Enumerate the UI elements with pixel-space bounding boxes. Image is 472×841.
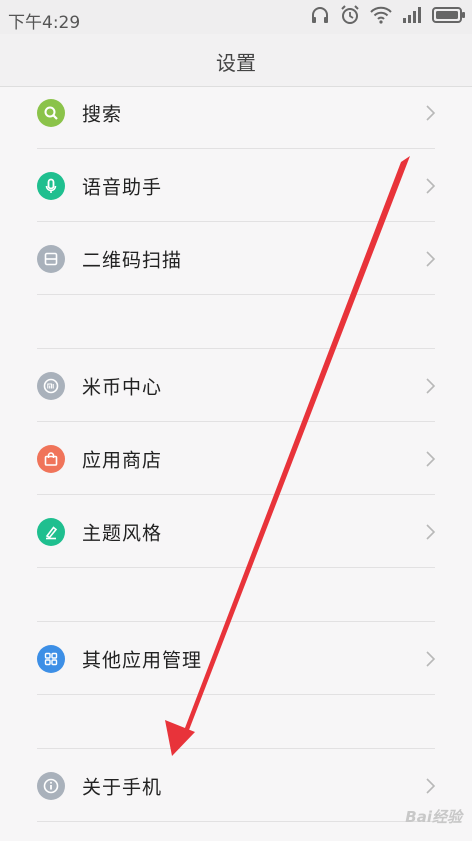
chevron-right-icon [426, 377, 436, 394]
status-time: 下午4:29 [8, 13, 81, 33]
settings-item-label: 搜索 [82, 103, 123, 125]
qr-scan-icon [37, 244, 65, 273]
settings-item-label: 语音助手 [82, 176, 163, 198]
chevron-right-icon [426, 777, 436, 794]
settings-item-voice-assistant[interactable]: 语音助手 [0, 149, 472, 222]
wifi-icon [370, 6, 392, 28]
chevron-right-icon [426, 177, 436, 194]
page-title: 设置 [216, 51, 256, 75]
watermark: Bai经验 [405, 808, 462, 826]
status-bar: 下午4:29 [0, 0, 472, 34]
settings-item-qr-scan[interactable]: 二维码扫描 [0, 222, 472, 295]
chevron-right-icon [426, 104, 436, 121]
chevron-right-icon [426, 450, 436, 467]
status-icons [310, 5, 466, 29]
settings-item-label: 二维码扫描 [82, 249, 183, 271]
divider [37, 567, 435, 568]
info-icon [37, 771, 65, 800]
microphone-icon [37, 171, 65, 200]
brush-icon [37, 517, 65, 546]
settings-item-search[interactable]: 搜索 [0, 76, 472, 149]
divider [37, 821, 435, 822]
signal-icon [402, 7, 422, 27]
settings-item-mi-coin-center[interactable]: 米币中心 [0, 349, 472, 422]
settings-item-label: 应用商店 [82, 449, 163, 471]
settings-item-label: 主题风格 [82, 522, 163, 544]
settings-item-label: 关于手机 [82, 776, 163, 798]
settings-item-label: 其他应用管理 [82, 649, 203, 671]
settings-item-about-phone[interactable]: 关于手机 [0, 749, 472, 822]
mi-coin-icon [37, 371, 65, 400]
battery-icon [432, 7, 466, 27]
headphones-icon [310, 6, 330, 28]
alarm-icon [340, 5, 360, 29]
chevron-right-icon [426, 650, 436, 667]
shopping-bag-icon [37, 444, 65, 473]
chevron-right-icon [426, 523, 436, 540]
settings-item-label: 米币中心 [82, 376, 163, 398]
divider [37, 694, 435, 695]
search-icon [37, 98, 65, 127]
settings-item-app-store[interactable]: 应用商店 [0, 422, 472, 495]
divider [37, 294, 435, 295]
settings-item-theme[interactable]: 主题风格 [0, 495, 472, 568]
apps-grid-icon [37, 644, 65, 673]
settings-item-other-app-management[interactable]: 其他应用管理 [0, 622, 472, 695]
chevron-right-icon [426, 250, 436, 267]
